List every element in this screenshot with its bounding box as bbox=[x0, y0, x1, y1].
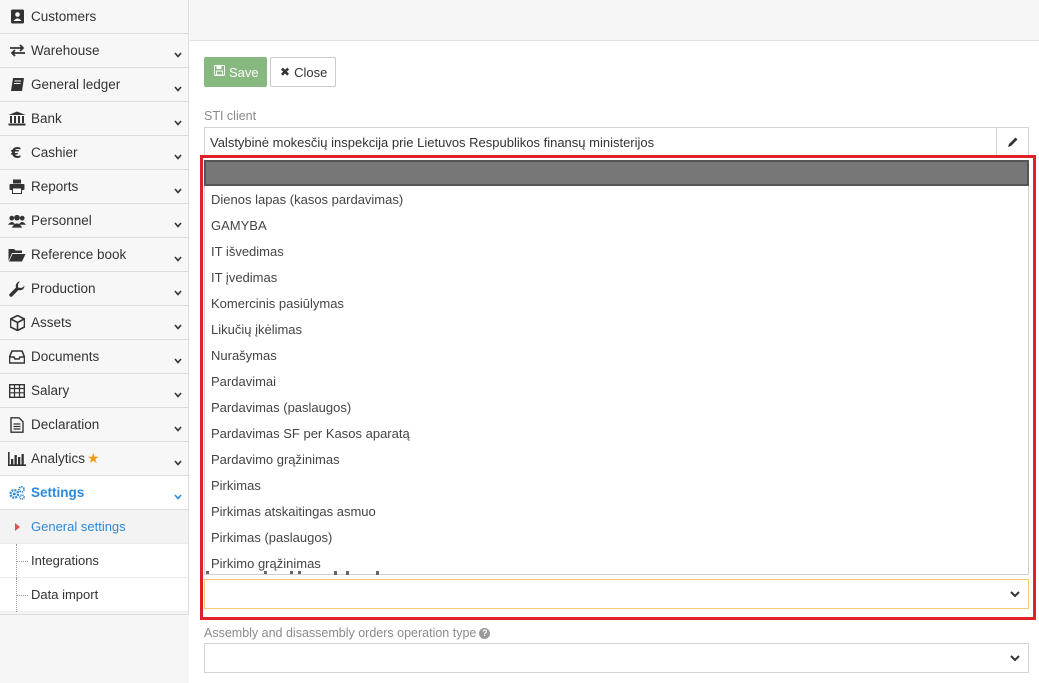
close-icon: ✖ bbox=[280, 65, 291, 79]
sidebar-item-label: Declaration bbox=[31, 417, 100, 432]
sidebar-item-label: Warehouse bbox=[31, 43, 100, 58]
chevron-down-icon bbox=[1010, 655, 1020, 662]
table-icon bbox=[8, 383, 26, 399]
tree-line bbox=[16, 578, 28, 612]
save-button[interactable]: Save bbox=[204, 57, 267, 87]
sidebar-item-production[interactable]: Production bbox=[0, 272, 188, 306]
sidebar-item-label: Bank bbox=[31, 111, 62, 126]
settings-subitem-label: Integrations bbox=[31, 553, 99, 568]
chevron-down-icon[interactable] bbox=[174, 285, 182, 296]
settings-subitem-label: General settings bbox=[31, 519, 126, 534]
file-text-icon bbox=[8, 416, 26, 433]
sidebar-item-label: Production bbox=[31, 281, 96, 296]
save-label: Save bbox=[229, 64, 259, 80]
sti-client-value: Valstybinė mokesčių inspekcija prie Liet… bbox=[210, 134, 655, 150]
sidebar-item-declaration[interactable]: Declaration bbox=[0, 408, 188, 442]
wrench-icon bbox=[8, 281, 26, 297]
inbox-icon bbox=[8, 349, 26, 365]
sidebar: Customers Warehouse General ledger Bank € Cas… bbox=[0, 0, 189, 683]
book-icon bbox=[8, 77, 26, 93]
chevron-down-icon[interactable] bbox=[174, 149, 182, 160]
sidebar-item-label: Salary bbox=[31, 383, 70, 398]
sidebar-item-label: Analytics bbox=[31, 451, 86, 466]
sidebar-item-warehouse[interactable]: Warehouse bbox=[0, 34, 188, 68]
settings-subitem-data-import[interactable]: Data import bbox=[0, 578, 188, 612]
chevron-down-icon[interactable] bbox=[174, 387, 182, 398]
chevron-down-icon[interactable] bbox=[174, 217, 182, 228]
euro-icon: € bbox=[8, 145, 26, 161]
sidebar-item-cashier[interactable]: € Cashier bbox=[0, 136, 188, 170]
bar-chart-icon bbox=[8, 451, 26, 467]
bank-icon bbox=[8, 111, 26, 127]
assembly-operation-type-select[interactable] bbox=[204, 643, 1029, 673]
sidebar-item-reports[interactable]: Reports bbox=[0, 170, 188, 204]
sidebar-item-label: Customers bbox=[31, 9, 97, 24]
close-button[interactable]: ✖ Close bbox=[270, 57, 336, 87]
caret-right-icon bbox=[15, 523, 20, 531]
sidebar-item-label: Reports bbox=[31, 179, 79, 194]
contact-book-icon bbox=[8, 9, 26, 25]
sti-client-field[interactable]: Valstybinė mokesčių inspekcija prie Liet… bbox=[204, 127, 1029, 157]
floppy-icon bbox=[214, 65, 225, 79]
settings-subitem-general-settings[interactable]: General settings bbox=[0, 510, 188, 544]
sidebar-item-analytics[interactable]: Analytics ★ bbox=[0, 442, 188, 476]
sidebar-nav: Customers Warehouse General ledger Bank € Cas… bbox=[0, 0, 188, 510]
chevron-down-icon[interactable] bbox=[174, 115, 182, 126]
folder-open-icon bbox=[8, 247, 26, 263]
sti-client-label: STI client bbox=[204, 109, 257, 123]
settings-subitem-label: Data import bbox=[31, 587, 99, 602]
chevron-down-icon[interactable] bbox=[174, 353, 182, 364]
close-label: Close bbox=[294, 64, 328, 80]
chevron-down-icon[interactable] bbox=[174, 183, 182, 194]
settings-submenu: General settings Integrations Data import bbox=[0, 510, 188, 612]
sidebar-item-label: Cashier bbox=[31, 145, 78, 160]
highlight-box bbox=[200, 155, 1036, 620]
chevron-down-icon[interactable] bbox=[174, 421, 182, 432]
top-bar bbox=[190, 0, 1039, 41]
svg-text:€: € bbox=[10, 145, 21, 160]
question-icon[interactable]: ? bbox=[479, 628, 491, 639]
chevron-down-icon[interactable] bbox=[174, 81, 182, 92]
sidebar-item-label: Reference book bbox=[31, 247, 127, 262]
chevron-down-icon[interactable] bbox=[174, 489, 182, 500]
assembly-label: Assembly and disassembly orders operatio… bbox=[204, 626, 491, 640]
sidebar-item-label: Assets bbox=[31, 315, 72, 330]
sidebar-item-documents[interactable]: Documents bbox=[0, 340, 188, 374]
assembly-label-text: Assembly and disassembly orders operatio… bbox=[204, 626, 477, 640]
gears-icon bbox=[8, 485, 26, 501]
sidebar-item-personnel[interactable]: Personnel bbox=[0, 204, 188, 238]
edit-button[interactable] bbox=[996, 128, 1028, 156]
tree-line bbox=[16, 544, 28, 578]
sidebar-item-label: Personnel bbox=[31, 213, 92, 228]
sidebar-item-settings[interactable]: Settings bbox=[0, 476, 188, 510]
pencil-icon bbox=[1007, 137, 1017, 147]
sidebar-item-label: Documents bbox=[31, 349, 100, 364]
sidebar-item-general-ledger[interactable]: General ledger bbox=[0, 68, 188, 102]
users-icon bbox=[8, 213, 26, 229]
sidebar-item-reference-book[interactable]: Reference book bbox=[0, 238, 188, 272]
cube-icon bbox=[8, 314, 26, 331]
sidebar-item-label: General ledger bbox=[31, 77, 121, 92]
chevron-down-icon[interactable] bbox=[174, 47, 182, 58]
star-icon: ★ bbox=[87, 450, 100, 466]
sidebar-filler bbox=[0, 614, 189, 683]
chevron-down-icon[interactable] bbox=[174, 455, 182, 466]
sidebar-item-label: Settings bbox=[31, 485, 85, 500]
chevron-down-icon[interactable] bbox=[174, 251, 182, 262]
printer-icon bbox=[8, 179, 26, 195]
sidebar-item-bank[interactable]: Bank bbox=[0, 102, 188, 136]
sidebar-item-salary[interactable]: Salary bbox=[0, 374, 188, 408]
sidebar-item-assets[interactable]: Assets bbox=[0, 306, 188, 340]
settings-subitem-integrations[interactable]: Integrations bbox=[0, 544, 188, 578]
arrows-exchange-icon bbox=[8, 43, 26, 59]
sidebar-item-customers[interactable]: Customers bbox=[0, 0, 188, 34]
chevron-down-icon[interactable] bbox=[174, 319, 182, 330]
